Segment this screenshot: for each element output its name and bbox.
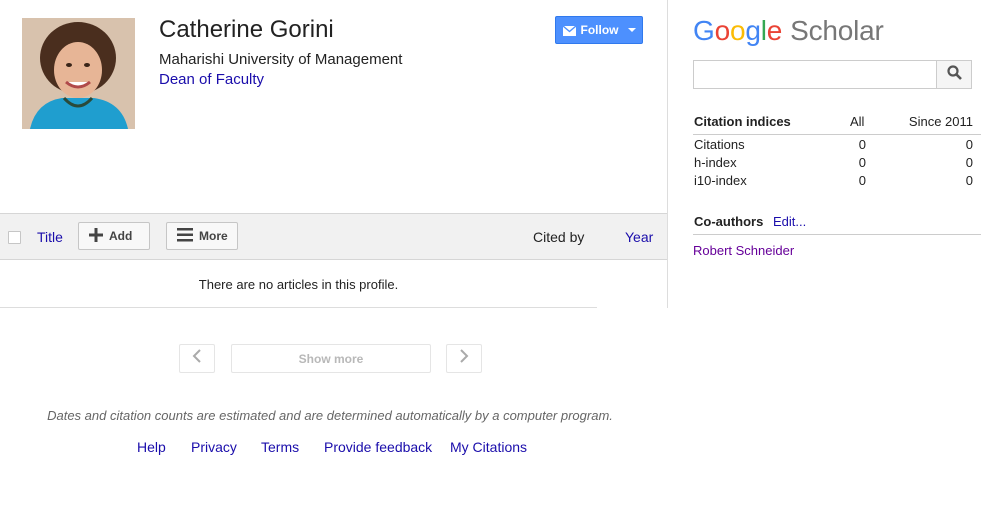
magnifier-icon	[946, 64, 962, 85]
google-scholar-logo[interactable]: Google Scholar	[693, 15, 884, 47]
citation-row-i10-index: i10-index 0 0	[693, 173, 981, 191]
citation-row-citations: Citations 0 0	[693, 137, 981, 155]
row-all-value: 0	[858, 173, 866, 188]
chevron-left-icon	[192, 349, 202, 368]
sort-title-link[interactable]: Title	[37, 229, 63, 245]
coauthor-link[interactable]: Robert Schneider	[693, 243, 794, 258]
plus-icon	[89, 227, 103, 245]
more-label: More	[199, 229, 228, 243]
cited-by-header: Cited by	[533, 229, 585, 245]
logo-letter: G	[693, 15, 715, 46]
footer-link-privacy[interactable]: Privacy	[191, 439, 237, 455]
logo-letter: o	[729, 15, 746, 46]
edit-coauthors-link[interactable]: Edit...	[773, 214, 806, 229]
row-label: h-index	[694, 155, 737, 170]
more-button[interactable]: More	[166, 222, 238, 250]
row-all-value: 0	[858, 137, 866, 152]
logo-letter: e	[766, 15, 783, 46]
follow-button[interactable]: Follow	[555, 16, 643, 44]
profile-name: Catherine Gorini	[159, 16, 334, 43]
disclaimer-text: Dates and citation counts are estimated …	[47, 408, 613, 423]
chevron-right-icon	[459, 349, 469, 368]
row-label: Citations	[694, 137, 745, 152]
all-column-header: All	[850, 114, 865, 129]
select-all-checkbox[interactable]	[8, 231, 21, 244]
coauthors-header: Co-authors Edit...	[693, 214, 981, 235]
follow-label: Follow	[580, 23, 619, 37]
profile-affiliation: Maharishi University of Management	[159, 51, 403, 68]
row-since-value: 0	[965, 155, 973, 170]
row-label: i10-index	[694, 173, 747, 188]
caret-down-icon	[627, 28, 636, 32]
column-divider	[667, 0, 668, 308]
footer-link-feedback[interactable]: Provide feedback	[324, 439, 432, 455]
logo-letter: g	[745, 15, 761, 46]
footer-link-terms[interactable]: Terms	[261, 439, 299, 455]
next-page-button[interactable]	[446, 344, 482, 373]
citation-indices-title: Citation indices	[694, 114, 791, 129]
footer-link-help[interactable]: Help	[137, 439, 166, 455]
search-button[interactable]	[936, 60, 972, 89]
profile-role-link[interactable]: Dean of Faculty	[159, 71, 264, 88]
footer-link-my-citations[interactable]: My Citations	[450, 439, 527, 455]
citation-indices-header: Citation indices All Since 2011	[693, 114, 981, 135]
prev-page-button[interactable]	[179, 344, 215, 373]
hamburger-icon	[177, 227, 193, 245]
empty-articles-message: There are no articles in this profile.	[0, 260, 597, 308]
logo-letter: o	[714, 15, 731, 46]
add-button[interactable]: Add	[78, 222, 150, 250]
empty-articles-text: There are no articles in this profile.	[198, 277, 399, 292]
logo-scholar-word: Scholar	[790, 15, 884, 46]
row-since-value: 0	[965, 137, 973, 152]
add-label: Add	[109, 229, 133, 243]
since-column-header: Since 2011	[908, 114, 973, 129]
row-all-value: 0	[858, 155, 866, 170]
show-more-button[interactable]: Show more	[231, 344, 431, 373]
row-since-value: 0	[965, 173, 973, 188]
sort-year-link[interactable]: Year	[625, 229, 653, 245]
coauthors-title: Co-authors	[694, 214, 764, 229]
citation-row-h-index: h-index 0 0	[693, 155, 981, 173]
envelope-icon	[562, 25, 576, 36]
search-input[interactable]	[693, 60, 937, 89]
profile-photo	[22, 18, 135, 129]
